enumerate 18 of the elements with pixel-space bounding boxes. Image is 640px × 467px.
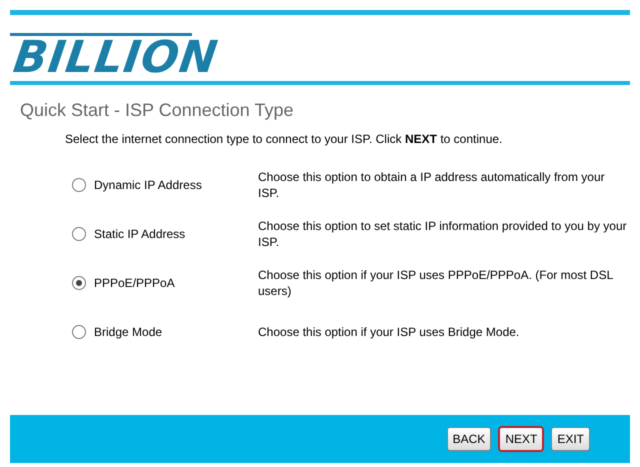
option-label: Static IP Address: [94, 226, 186, 242]
option-label: PPPoE/PPPoA: [94, 274, 176, 292]
option-description: Choose this option to set static IP information provided to you by your ISP.: [258, 218, 628, 250]
page-title: Quick Start - ISP Connection Type: [20, 99, 294, 121]
wizard-button[interactable]: EXIT: [551, 427, 590, 451]
option-label: Bridge Mode: [94, 324, 164, 340]
logo: BILLION: [9, 36, 222, 80]
option-description: Choose this option if your ISP uses PPPoE/PPPoA. (For most DSL users): [258, 266, 614, 298]
wizard-button[interactable]: BACK: [446, 427, 492, 451]
instruction-text: Select the internet connection type to connect to your ISP. Click NEXT to continue.: [65, 132, 504, 146]
wizard-button[interactable]: NEXT: [499, 427, 544, 451]
radio-button[interactable]: [72, 226, 86, 240]
radio-button[interactable]: [72, 324, 86, 338]
radio-button[interactable]: [72, 276, 86, 290]
radio-button[interactable]: [72, 178, 86, 192]
option-description: Choose this option to obtain a IP address automatically from your ISP.: [258, 168, 606, 200]
option-description: Choose this option if your ISP uses Bridge Mode.: [258, 324, 520, 340]
option-label: Dynamic IP Address: [94, 176, 203, 194]
